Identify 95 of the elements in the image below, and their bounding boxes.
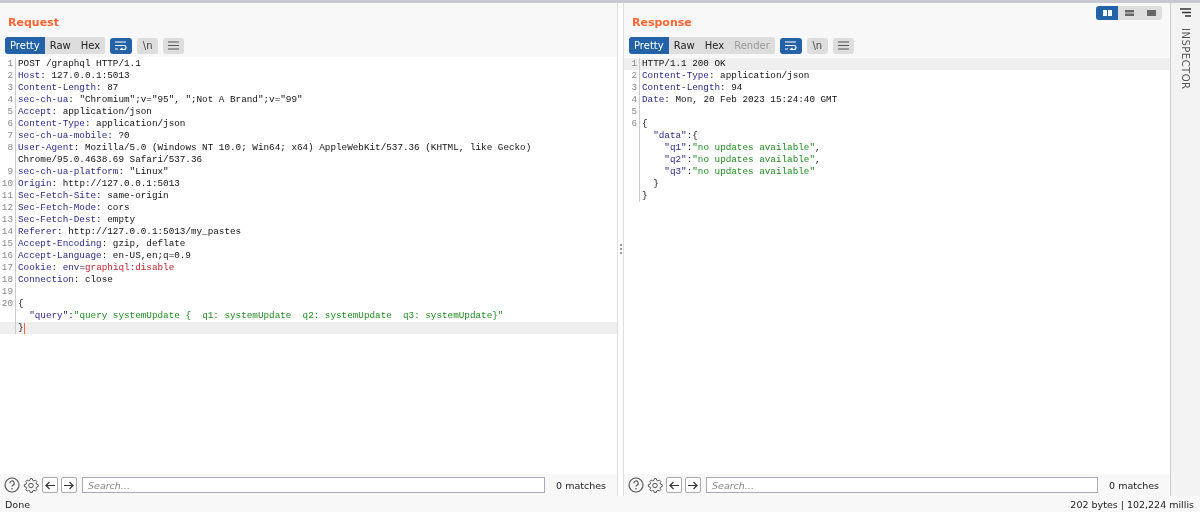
line-number: 3 [0,82,16,94]
settings-icon[interactable] [647,477,663,493]
code-line: Sec-Fetch-Dest: empty [18,214,136,226]
menu-button[interactable] [832,37,854,54]
newline-button[interactable]: \n [806,37,828,54]
next-button[interactable] [685,477,701,493]
resize-handle[interactable] [619,243,622,256]
line-number: 10 [0,178,16,190]
wrap-icon [115,41,128,50]
code-line: "q3":"no updates available" [663,166,815,178]
code-line: Sec-Fetch-Mode: cors [18,202,130,214]
code-line: } [642,190,648,202]
code-line: User-Agent: Mozilla/5.0 (Windows NT 10.0; Win64; x64) AppleWebKit/537.36 (KHTML, like Gecko) [18,142,532,154]
line-number: 19 [0,286,16,298]
line-number: 15 [0,238,16,250]
code-line: Accept-Encoding: gzip, deflate [18,238,186,250]
help-icon[interactable] [4,477,20,493]
line-number: 3 [624,82,640,94]
line-number: 11 [0,190,16,202]
code-line: Host: 127.0.0.1:5013 [18,70,130,82]
line-number: 17 [0,262,16,274]
layout-button[interactable] [1140,6,1162,20]
code-line: { [642,118,648,130]
line-number: 18 [0,274,16,286]
code-line: { [18,298,24,310]
pane-title: Request [8,16,59,30]
menu-button[interactable] [163,37,185,54]
pane-title: Response [632,16,692,30]
view-tab[interactable]: Pretty [629,37,669,54]
code-line: sec-ch-ua-mobile: ?0 [18,130,130,142]
code-line: Accept-Language: en-US,en;q=0.9 [18,250,191,262]
code-line: sec-ch-ua-platform: "Linux" [18,166,169,178]
status-text: Done [5,498,30,510]
code-line: Content-Type: application/json [18,118,186,130]
code-line: Content-Type: application/json [642,70,810,82]
help-icon[interactable] [628,477,644,493]
code-line: POST /graphql HTTP/1.1 [18,58,141,70]
menu-icon [837,41,849,50]
code-line: Connection: close [18,274,113,286]
line-number: 14 [0,226,16,238]
code-line: "query":"query systemUpdate { q1: systemUpdate q2: systemUpdate q3: systemUpdate}" [28,310,504,322]
wrap-button[interactable] [110,37,133,54]
line-number: 2 [0,70,16,82]
layout-button[interactable] [1118,6,1140,20]
line-number: 9 [0,166,16,178]
code-line: } [18,322,24,334]
response-stats: 202 bytes | 102,224 millis [1070,498,1194,510]
menu-icon [168,41,180,50]
code-line: Date: Mon, 20 Feb 2023 15:24:40 GMT [642,94,838,106]
code-line: Sec-Fetch-Site: same-origin [18,190,169,202]
search-field[interactable]: Search... [82,477,546,493]
wrap-button[interactable] [779,37,802,54]
line-number: 12 [0,202,16,214]
rows-icon [1124,10,1134,16]
view-tab[interactable]: Pretty [5,37,45,54]
line-number: 1 [624,58,640,70]
code-line: Cookie: env=graphiql:disable [18,262,175,274]
code-line: Origin: http://127.0.0.1:5013 [18,178,180,190]
code-line: "q1":"no updates available", [663,142,821,154]
line-number: 8 [0,142,16,154]
line-number: 5 [0,106,16,118]
line-number: 13 [0,214,16,226]
line-number: 16 [0,250,16,262]
line-number: 4 [0,94,16,106]
square-icon [1146,10,1156,16]
code-line: Content-Length: 87 [18,82,119,94]
code-line: Chrome/95.0.4638.69 Safari/537.36 [18,154,203,166]
columns-icon [1102,10,1112,16]
line-number: 6 [0,118,16,130]
line-number: 7 [0,130,16,142]
match-count: 0 matches [1108,479,1160,491]
code-line: "data":{ [652,130,698,142]
code-line: sec-ch-ua: "Chromium";v="95", ";Not A Brand";v="99" [18,94,303,106]
newline-button[interactable]: \n [137,37,159,54]
inspector-tab[interactable]: INSPECTOR [1180,28,1191,90]
previous-button[interactable] [666,477,682,493]
code-line: Referer: http://127.0.0.1:5013/my_pastes [18,226,242,238]
layout-button[interactable] [1096,6,1118,20]
line-number: 4 [624,94,640,106]
line-number: 2 [624,70,640,82]
line-number: 20 [0,298,16,310]
code-line: "q2":"no updates available", [663,154,821,166]
next-button[interactable] [61,477,77,493]
match-count: 0 matches [555,479,607,491]
line-number: 6 [624,118,640,130]
search-field[interactable]: Search... [706,477,1099,493]
code-line: } [652,178,659,190]
line-number: 5 [624,106,640,118]
code-line: HTTP/1.1 200 OK [642,58,726,70]
code-line: Accept: application/json [18,106,152,118]
line-number: 1 [0,58,16,70]
code-line: Content-Length: 94 [642,82,743,94]
wrap-icon [784,41,797,50]
settings-icon[interactable] [23,477,39,493]
previous-button[interactable] [42,477,58,493]
